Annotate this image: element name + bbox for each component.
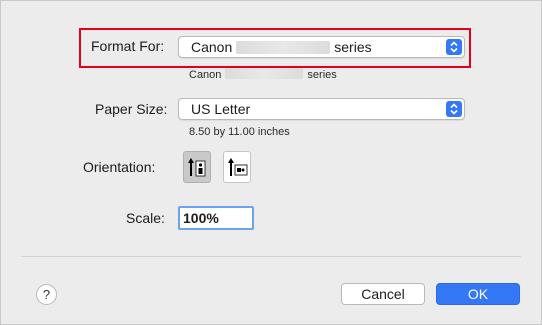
redacted-model-name-sub [225,68,304,79]
scale-input[interactable]: 100% [178,206,254,230]
format-for-subtext: Canon series [189,68,337,81]
paper-size-value: US Letter [191,101,251,117]
paper-size-popup[interactable]: US Letter [178,98,465,120]
paper-dimensions-text: 8.50 by 11.00 inches [189,126,290,138]
portrait-orientation-icon [188,158,206,177]
cancel-button[interactable]: Cancel [341,283,425,305]
ok-button[interactable]: OK [436,283,520,305]
portrait-orientation-button[interactable] [183,151,211,183]
help-button[interactable]: ? [36,284,57,305]
divider [21,256,521,257]
help-icon: ? [42,287,51,302]
format-for-sub-prefix: Canon [189,69,222,81]
paper-size-label: Paper Size: [95,101,168,117]
chevron-updown-icon [446,101,462,117]
scale-label: Scale: [126,210,165,226]
format-for-highlight-box [79,28,471,68]
page-setup-dialog: Format For: Canon series Canon series Pape… [0,0,542,325]
format-for-sub-suffix: series [307,69,337,81]
landscape-orientation-icon [228,158,248,176]
orientation-label: Orientation: [83,159,156,175]
landscape-orientation-button[interactable] [223,151,251,183]
